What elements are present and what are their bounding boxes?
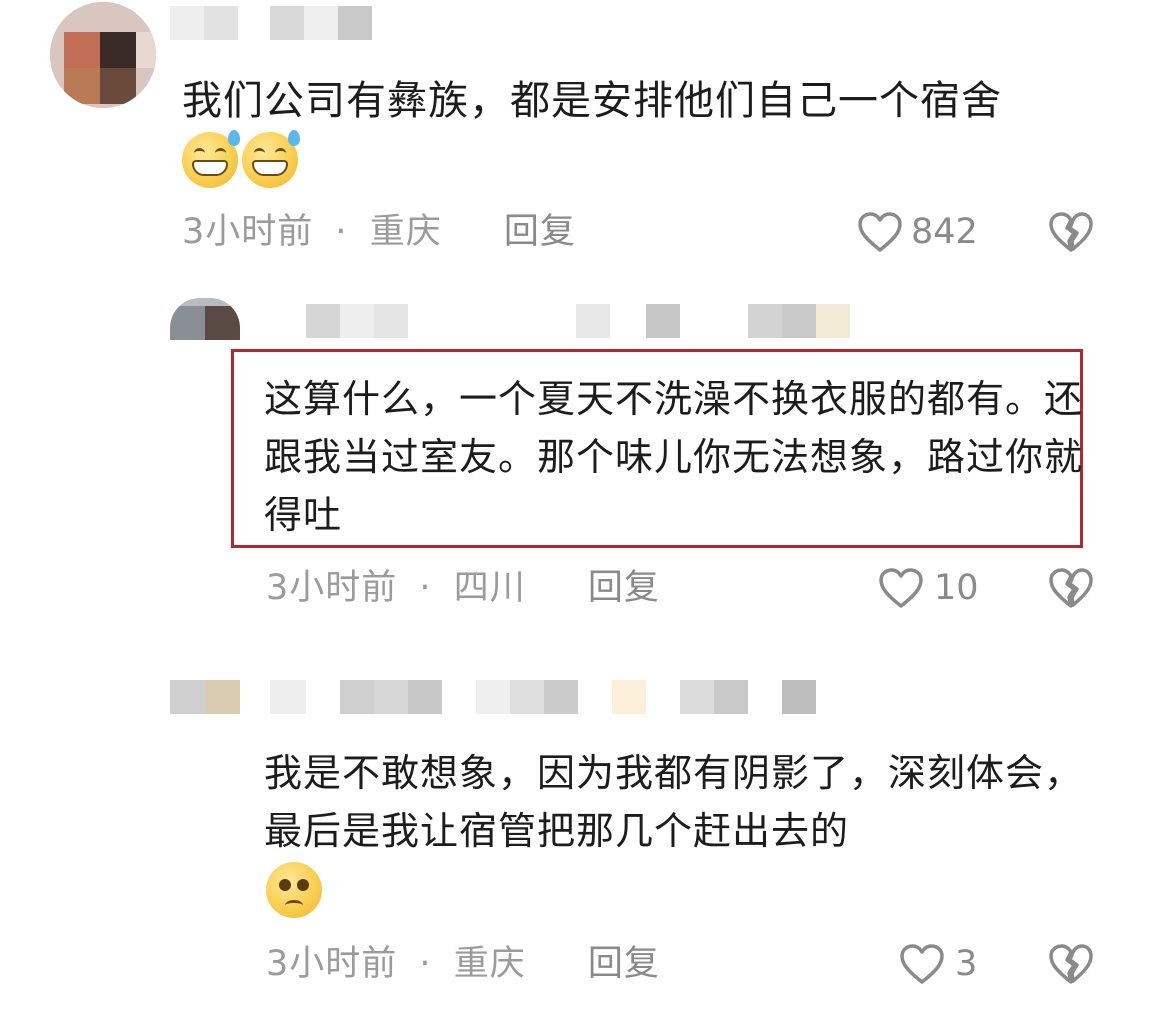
comment-meta: 3小时前 · 重庆 回复 xyxy=(266,944,660,984)
comment-text: 我们公司有彝族，都是安排他们自己一个宿舍 xyxy=(182,78,1002,124)
comment-text: 我是不敢想象，因为我都有阴影了，深刻体会，最后是我让宿管把那几个赶出去的 xyxy=(264,751,1084,853)
meta-separator: · xyxy=(419,568,432,608)
timestamp: 3小时前 xyxy=(182,212,314,252)
timestamp: 3小时前 xyxy=(266,944,398,984)
meta-separator: · xyxy=(335,212,348,252)
like-button[interactable] xyxy=(856,210,904,254)
broken-heart-icon xyxy=(1049,212,1093,252)
reply-button[interactable]: 回复 xyxy=(588,944,660,984)
pleading-face-emoji xyxy=(266,862,322,918)
like-button[interactable] xyxy=(898,942,946,986)
like-button[interactable] xyxy=(877,566,925,610)
grinning-sweat-emoji xyxy=(242,130,300,188)
avatar[interactable] xyxy=(170,680,240,714)
comment-text: 这算什么，一个夏天不洗澡不换衣服的都有。还跟我当过室友。那个味儿你无法想象，路过… xyxy=(264,377,1084,537)
comment-meta: 3小时前 · 重庆 回复 xyxy=(182,212,576,252)
heart-icon xyxy=(858,212,902,252)
broken-heart-icon xyxy=(1049,944,1093,984)
username-blurred[interactable] xyxy=(170,6,430,40)
timestamp: 3小时前 xyxy=(266,568,398,608)
username-blurred[interactable] xyxy=(270,304,870,338)
location: 重庆 xyxy=(453,944,526,984)
reply-button[interactable]: 回复 xyxy=(588,568,660,608)
dislike-button[interactable] xyxy=(1047,210,1095,254)
location: 重庆 xyxy=(369,212,442,252)
like-count: 10 xyxy=(934,568,979,608)
avatar[interactable] xyxy=(50,2,156,108)
heart-icon xyxy=(879,568,923,608)
like-count: 842 xyxy=(911,212,978,252)
username-blurred[interactable] xyxy=(270,680,830,714)
grinning-sweat-emoji xyxy=(182,130,240,188)
broken-heart-icon xyxy=(1049,568,1093,608)
reply-button[interactable]: 回复 xyxy=(504,212,576,252)
like-count: 3 xyxy=(955,944,978,984)
dislike-button[interactable] xyxy=(1047,942,1095,986)
meta-separator: · xyxy=(419,944,432,984)
dislike-button[interactable] xyxy=(1047,566,1095,610)
comment-thread: 我们公司有彝族，都是安排他们自己一个宿舍 3小时前 · 重庆 回复 842 这算… xyxy=(0,0,1152,1029)
location: 四川 xyxy=(453,568,526,608)
heart-icon xyxy=(900,944,944,984)
avatar[interactable] xyxy=(170,298,240,354)
comment-meta: 3小时前 · 四川 回复 xyxy=(266,568,660,608)
